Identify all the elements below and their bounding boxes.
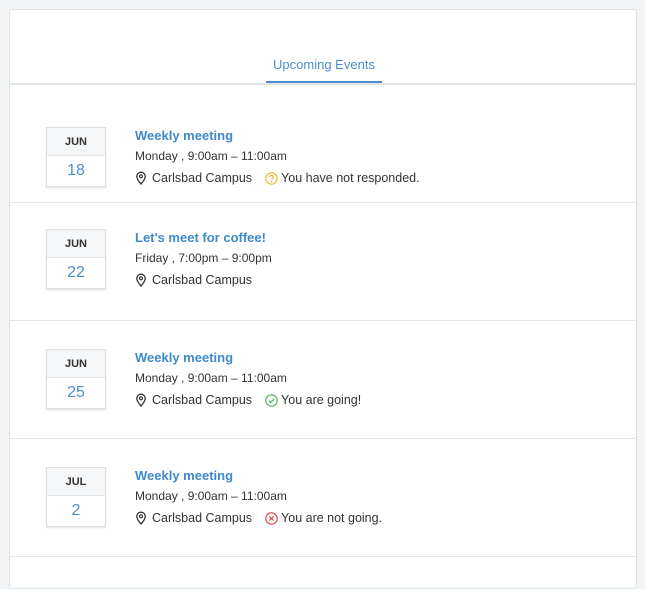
date-badge: JUL 2: [46, 467, 106, 527]
rsvp-status: You are going!: [265, 392, 361, 408]
location-pin-icon: [136, 393, 146, 407]
event-time: Monday , 9:00am – 11:00am: [135, 489, 287, 503]
rsvp-status-text: You have not responded.: [281, 171, 420, 185]
date-day: 2: [71, 502, 81, 519]
date-month: JUN: [47, 230, 105, 258]
date-badge: JUN 22: [46, 229, 106, 289]
rsvp-status-text: You are going!: [281, 393, 362, 407]
date-day: 22: [67, 264, 85, 281]
location-pin-icon: [136, 171, 146, 185]
tab-upcoming-events[interactable]: Upcoming Events: [266, 57, 382, 83]
date-month: JUN: [47, 350, 105, 378]
location-pin-icon: [136, 273, 146, 287]
event-time: Monday , 9:00am – 11:00am: [135, 371, 287, 385]
date-month: JUN: [47, 128, 105, 156]
rsvp-status: You are not going.: [265, 510, 382, 526]
date-badge: JUN 25: [46, 349, 106, 409]
event-title-link[interactable]: Weekly meeting: [135, 468, 382, 484]
event-title-link[interactable]: Weekly meeting: [135, 350, 361, 366]
check-circle-icon: [265, 393, 278, 407]
tab-bar: Upcoming Events: [10, 10, 636, 85]
event-time: Friday , 7:00pm – 9:00pm: [135, 251, 272, 265]
event-location: Carlsbad Campus: [152, 171, 253, 185]
date-day: 18: [67, 162, 85, 179]
x-circle-icon: [265, 511, 278, 525]
date-month: JUL: [47, 468, 105, 496]
event-location: Carlsbad Campus: [152, 393, 253, 407]
event-row: JUN 18 Weekly meeting Monday , 9:00am – …: [10, 85, 636, 203]
rsvp-status-text: You are not going.: [281, 511, 383, 525]
event-row: JUL 2 Weekly meeting Monday , 9:00am – 1…: [10, 439, 636, 557]
event-title-link[interactable]: Let's meet for coffee!: [135, 230, 272, 246]
event-location: Carlsbad Campus: [152, 511, 253, 525]
event-row: JUN 22 Let's meet for coffee! Friday , 7…: [10, 203, 636, 321]
question-icon: [265, 171, 278, 185]
events-card: Upcoming Events JUN 18 Weekly meeting Mo…: [9, 9, 637, 589]
event-location: Carlsbad Campus: [152, 273, 253, 287]
date-badge: JUN 18: [46, 127, 106, 187]
event-row: JUN 25 Weekly meeting Monday , 9:00am – …: [10, 321, 636, 439]
date-day: 25: [67, 384, 85, 401]
event-title-link[interactable]: Weekly meeting: [135, 128, 420, 144]
location-pin-icon: [136, 511, 146, 525]
rsvp-status: You have not responded.: [265, 170, 420, 186]
event-time: Monday , 9:00am – 11:00am: [135, 149, 287, 163]
